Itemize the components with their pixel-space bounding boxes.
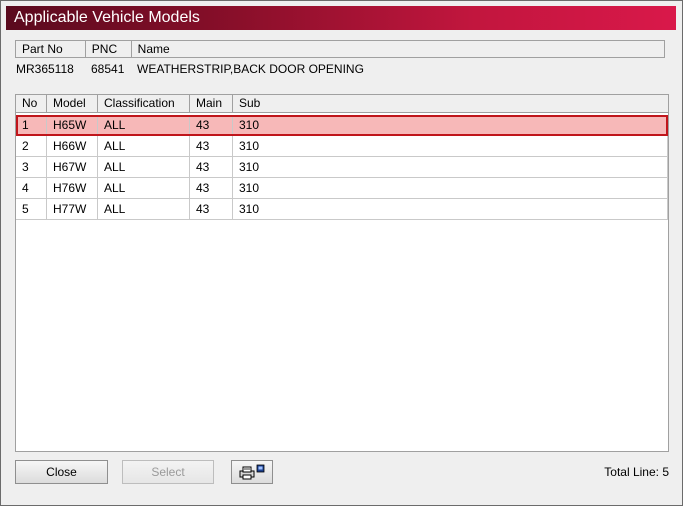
part-info-header: Part No PNC Name xyxy=(15,40,665,58)
row-classification-cell: ALL xyxy=(98,157,190,177)
row-model-cell: H76W xyxy=(47,178,98,198)
table-row[interactable]: 3 H67W ALL 43 310 xyxy=(16,157,668,178)
row-classification-cell: ALL xyxy=(98,199,190,219)
no-column-header[interactable]: No xyxy=(16,95,47,112)
row-main-cell: 43 xyxy=(190,199,233,219)
row-model-cell: H77W xyxy=(47,199,98,219)
row-sub-cell: 310 xyxy=(233,157,668,177)
name-column-header: Name xyxy=(137,42,170,56)
dialog-body: Part No PNC Name MR365118 68541 WEATHERS… xyxy=(6,34,676,499)
table-header: No Model Classification Main Sub xyxy=(16,95,668,113)
row-main-cell: 43 xyxy=(190,157,233,177)
total-line-count: Total Line: 5 xyxy=(604,465,669,479)
pnc-column-header: PNC xyxy=(86,41,132,57)
sub-column-header[interactable]: Sub xyxy=(233,95,668,112)
row-sub-cell: 310 xyxy=(233,136,668,156)
part-no-column-header: Part No xyxy=(16,41,86,57)
classification-column-header[interactable]: Classification xyxy=(98,95,190,112)
row-no-cell: 3 xyxy=(16,157,47,177)
table-row[interactable]: 5 H77W ALL 43 310 xyxy=(16,199,668,220)
table-row-selected[interactable]: 1 H65W ALL 43 310 xyxy=(16,115,668,136)
main-column-header[interactable]: Main xyxy=(190,95,233,112)
row-no-cell: 1 xyxy=(16,115,47,135)
table-row[interactable]: 2 H66W ALL 43 310 xyxy=(16,136,668,157)
row-classification-cell: ALL xyxy=(98,178,190,198)
part-no-value: MR365118 xyxy=(16,62,74,76)
part-name-value: WEATHERSTRIP,BACK DOOR OPENING xyxy=(137,62,364,76)
applicable-vehicle-models-window: Applicable Vehicle Models Part No PNC Na… xyxy=(0,0,683,506)
row-main-cell: 43 xyxy=(190,178,233,198)
row-sub-cell: 310 xyxy=(233,199,668,219)
row-main-cell: 43 xyxy=(190,136,233,156)
close-button[interactable]: Close xyxy=(15,460,108,484)
row-no-cell: 2 xyxy=(16,136,47,156)
pnc-value: 68541 xyxy=(91,62,125,76)
row-classification-cell: ALL xyxy=(98,136,190,156)
table-rows: 1 H65W ALL 43 310 2 H66W ALL 43 310 3 H67W ALL 43 310 4… xyxy=(16,115,668,220)
row-model-cell: H67W xyxy=(47,157,98,177)
row-sub-cell: 310 xyxy=(233,115,668,135)
printer-icon xyxy=(239,464,265,480)
model-column-header[interactable]: Model xyxy=(47,95,98,112)
select-button[interactable]: Select xyxy=(122,460,214,484)
row-main-cell: 43 xyxy=(190,115,233,135)
row-model-cell: H66W xyxy=(47,136,98,156)
window-title: Applicable Vehicle Models xyxy=(6,6,676,30)
part-info-row: MR365118 68541 WEATHERSTRIP,BACK DOOR OP… xyxy=(15,60,665,78)
row-sub-cell: 310 xyxy=(233,178,668,198)
row-model-cell: H65W xyxy=(47,115,98,135)
print-button[interactable] xyxy=(231,460,273,484)
vehicle-models-table[interactable]: No Model Classification Main Sub 1 H65W AL… xyxy=(15,94,669,452)
row-no-cell: 5 xyxy=(16,199,47,219)
row-classification-cell: ALL xyxy=(98,115,190,135)
row-no-cell: 4 xyxy=(16,178,47,198)
table-row[interactable]: 4 H76W ALL 43 310 xyxy=(16,178,668,199)
